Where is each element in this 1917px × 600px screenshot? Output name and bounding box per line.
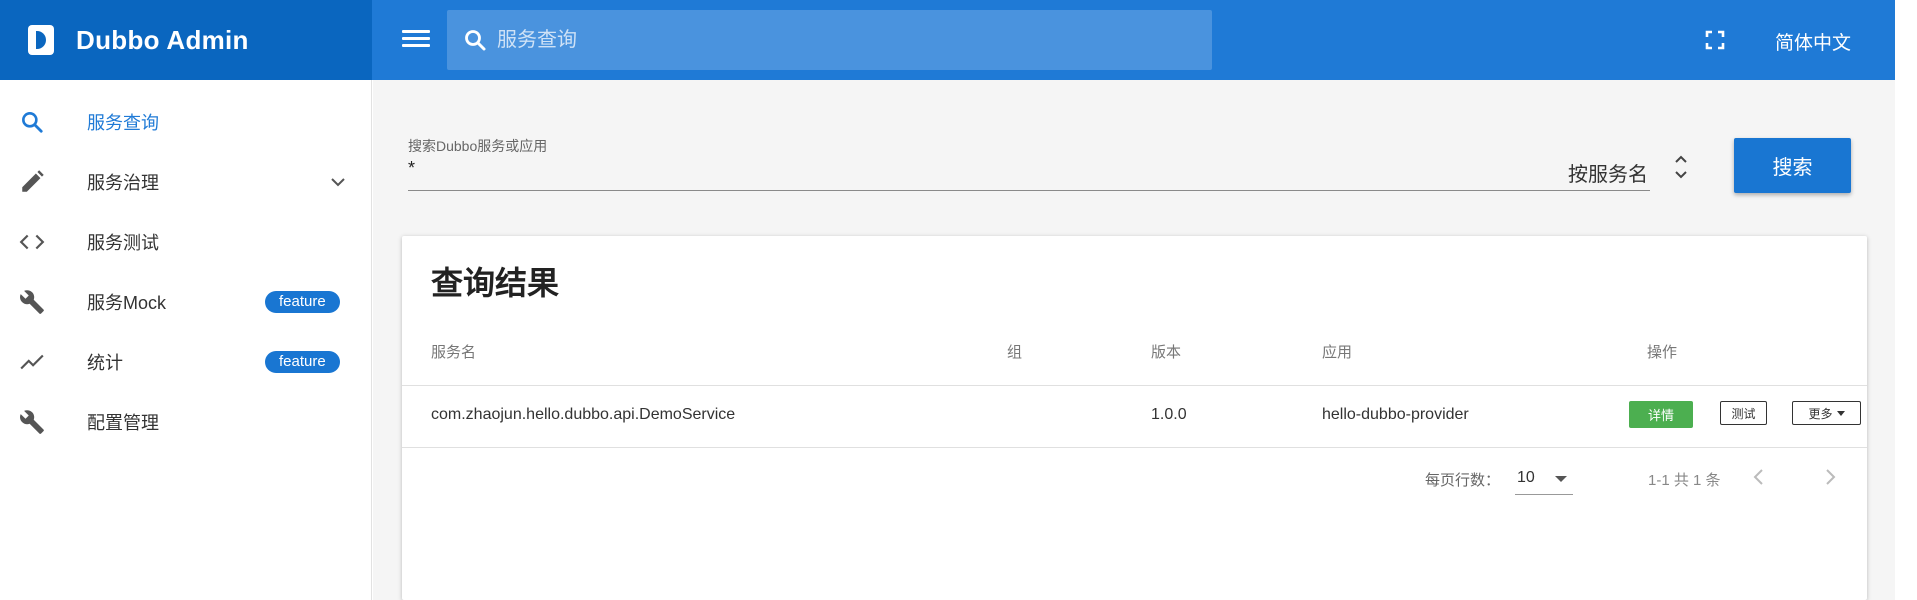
dubbo-logo-icon (28, 25, 54, 55)
sidebar-item-statistics[interactable]: 统计 feature (0, 332, 372, 392)
sidebar-item-service-mock[interactable]: 服务Mock feature (0, 272, 372, 332)
rows-per-page-value: 10 (1517, 469, 1535, 486)
cell-version: 1.0.0 (1151, 406, 1187, 423)
chevron-left-icon[interactable] (1747, 465, 1771, 489)
sidebar: 服务查询 服务治理 服务测试 服务Mock feature 统计 feature… (0, 80, 372, 600)
column-header-service[interactable]: 服务名 (431, 341, 476, 362)
column-header-version[interactable]: 版本 (1151, 341, 1181, 362)
main-content: 搜索Dubbo服务或应用 * 按服务名 搜索 查询结果 服务名 组 版本 应用 … (373, 80, 1895, 600)
sidebar-item-label: 服务Mock (87, 293, 167, 313)
search-field-label: 搜索Dubbo服务或应用 (408, 138, 548, 154)
wrench-icon (18, 408, 46, 436)
sort-updown-icon[interactable] (1673, 152, 1689, 182)
menu-icon[interactable] (402, 26, 430, 54)
feature-badge: feature (265, 291, 340, 313)
trend-icon (18, 348, 46, 376)
wrench-icon (18, 288, 46, 316)
sidebar-item-service-governance[interactable]: 服务治理 (0, 152, 372, 212)
code-icon (18, 228, 46, 256)
feature-badge: feature (265, 351, 340, 373)
sidebar-item-label: 服务查询 (87, 113, 159, 133)
sidebar-item-label: 服务测试 (87, 233, 159, 253)
pagination-range: 1-1 共 1 条 (1648, 472, 1721, 489)
sidebar-item-service-test[interactable]: 服务测试 (0, 212, 372, 272)
sidebar-item-label: 统计 (87, 353, 123, 373)
search-field-underline (408, 190, 1650, 191)
sidebar-item-label: 配置管理 (87, 413, 159, 433)
cell-application: hello-dubbo-provider (1322, 406, 1469, 423)
more-button-label: 更多 (1808, 406, 1833, 421)
column-header-actions: 操作 (1647, 344, 1678, 361)
chevron-right-icon[interactable] (1818, 465, 1842, 489)
sidebar-item-service-query[interactable]: 服务查询 (0, 92, 372, 152)
search-mode-select[interactable]: 按服务名 (1568, 158, 1648, 187)
language-selector[interactable]: 简体中文 (1775, 28, 1851, 55)
rows-per-page-select[interactable]: 10 (1515, 461, 1573, 495)
app-title: Dubbo Admin (76, 24, 249, 55)
table-divider (402, 447, 1867, 448)
caret-down-icon (1836, 410, 1845, 416)
table-divider (402, 385, 1867, 386)
fullscreen-icon[interactable] (1705, 30, 1725, 50)
results-title: 查询结果 (431, 265, 560, 301)
search-button[interactable]: 搜索 (1734, 138, 1851, 193)
brand-bar: Dubbo Admin (0, 0, 372, 80)
dropdown-arrow-icon (1555, 476, 1567, 482)
window-edge (1895, 0, 1917, 600)
top-toolbar: 简体中文 (372, 0, 1895, 80)
detail-button[interactable]: 详情 (1629, 401, 1693, 428)
chevron-down-icon[interactable] (328, 172, 348, 192)
cell-service-name: com.zhaojun.hello.dubbo.api.DemoService (431, 406, 736, 423)
global-search[interactable] (447, 10, 1212, 70)
sidebar-item-config-management[interactable]: 配置管理 (0, 392, 372, 452)
test-button[interactable]: 测试 (1720, 401, 1767, 425)
search-icon (18, 108, 46, 136)
results-card: 查询结果 服务名 组 版本 应用 操作 com.zhaojun.hello.du… (402, 236, 1867, 600)
global-search-input[interactable] (497, 28, 1177, 52)
column-header-app[interactable]: 应用 (1322, 341, 1352, 362)
column-header-group[interactable]: 组 (1007, 341, 1022, 362)
search-icon (465, 30, 486, 51)
more-button[interactable]: 更多 (1792, 401, 1861, 425)
rows-per-page-label: 每页行数： (1425, 472, 1501, 489)
search-field-input[interactable]: * (408, 158, 415, 179)
sidebar-item-label: 服务治理 (87, 173, 159, 193)
pencil-icon (18, 168, 46, 196)
